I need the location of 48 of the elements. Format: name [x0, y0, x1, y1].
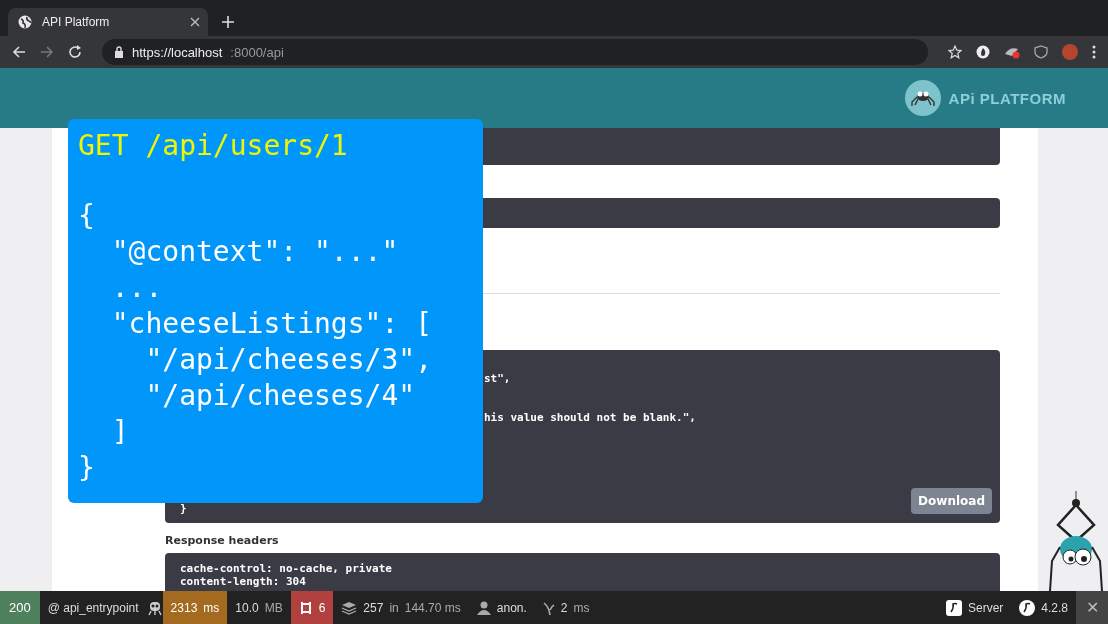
version-panel[interactable]: 4.2.8: [1011, 591, 1076, 624]
extension-icon[interactable]: [1004, 45, 1020, 59]
star-icon[interactable]: [948, 45, 962, 59]
user-panel[interactable]: anon.: [468, 591, 535, 624]
code-line: cache-control: no-cache, private: [180, 562, 393, 575]
server-panel[interactable]: Server: [937, 591, 1012, 624]
code-line: "@context": "...": [110, 234, 399, 270]
logo-text: APi PLATFORM: [948, 89, 1066, 107]
database-panel[interactable]: 257 in 144.70 ms: [333, 591, 469, 624]
download-button[interactable]: Download: [911, 488, 992, 514]
ghost-icon[interactable]: [146, 599, 163, 616]
code-line: ...: [110, 270, 163, 306]
code-line: "/api/cheeses/3",: [144, 342, 432, 378]
code-line: }: [78, 450, 95, 486]
reload-icon[interactable]: [68, 45, 82, 59]
route-name[interactable]: @ api_entrypoint: [39, 591, 147, 624]
back-icon[interactable]: [12, 45, 26, 59]
spider-icon: [904, 80, 941, 116]
lock-icon: [114, 46, 124, 58]
code-line: }: [180, 502, 187, 517]
close-button[interactable]: ✕: [1076, 591, 1108, 624]
code-line: ]: [110, 414, 129, 450]
code-line: {: [78, 198, 95, 234]
close-icon[interactable]: [190, 17, 200, 27]
new-tab-icon[interactable]: [222, 16, 234, 28]
code-line: content-length: 304: [180, 575, 307, 588]
user-icon: [476, 600, 491, 615]
shield-icon[interactable]: [1034, 45, 1048, 59]
code-line: his value should not be blank.",: [484, 411, 696, 426]
forward-icon[interactable]: [40, 45, 54, 59]
layers-icon: [341, 600, 358, 615]
time-panel[interactable]: 2313 ms: [162, 591, 228, 624]
flame-icon[interactable]: [976, 45, 990, 59]
globe-icon: [18, 15, 32, 29]
code-line: st",: [484, 372, 511, 387]
menu-icon[interactable]: [1092, 45, 1096, 59]
twig-panel[interactable]: 2 ms: [534, 591, 598, 624]
requests-icon: [298, 600, 313, 615]
status-code[interactable]: 200: [0, 591, 40, 624]
code-line: "cheeseListings": [: [110, 306, 432, 342]
request-line: GET /api/users/1: [78, 129, 348, 162]
browser-tab[interactable]: API Platform: [8, 8, 208, 36]
memory-panel[interactable]: 10.0 MB: [227, 591, 291, 624]
section-title: Response headers: [165, 534, 280, 547]
code-line: "/api/cheeses/4": [144, 378, 416, 414]
requests-panel[interactable]: 6: [290, 591, 334, 624]
address-field[interactable]: https://localhost :8000/api: [102, 39, 928, 65]
twig-icon: [542, 600, 555, 615]
